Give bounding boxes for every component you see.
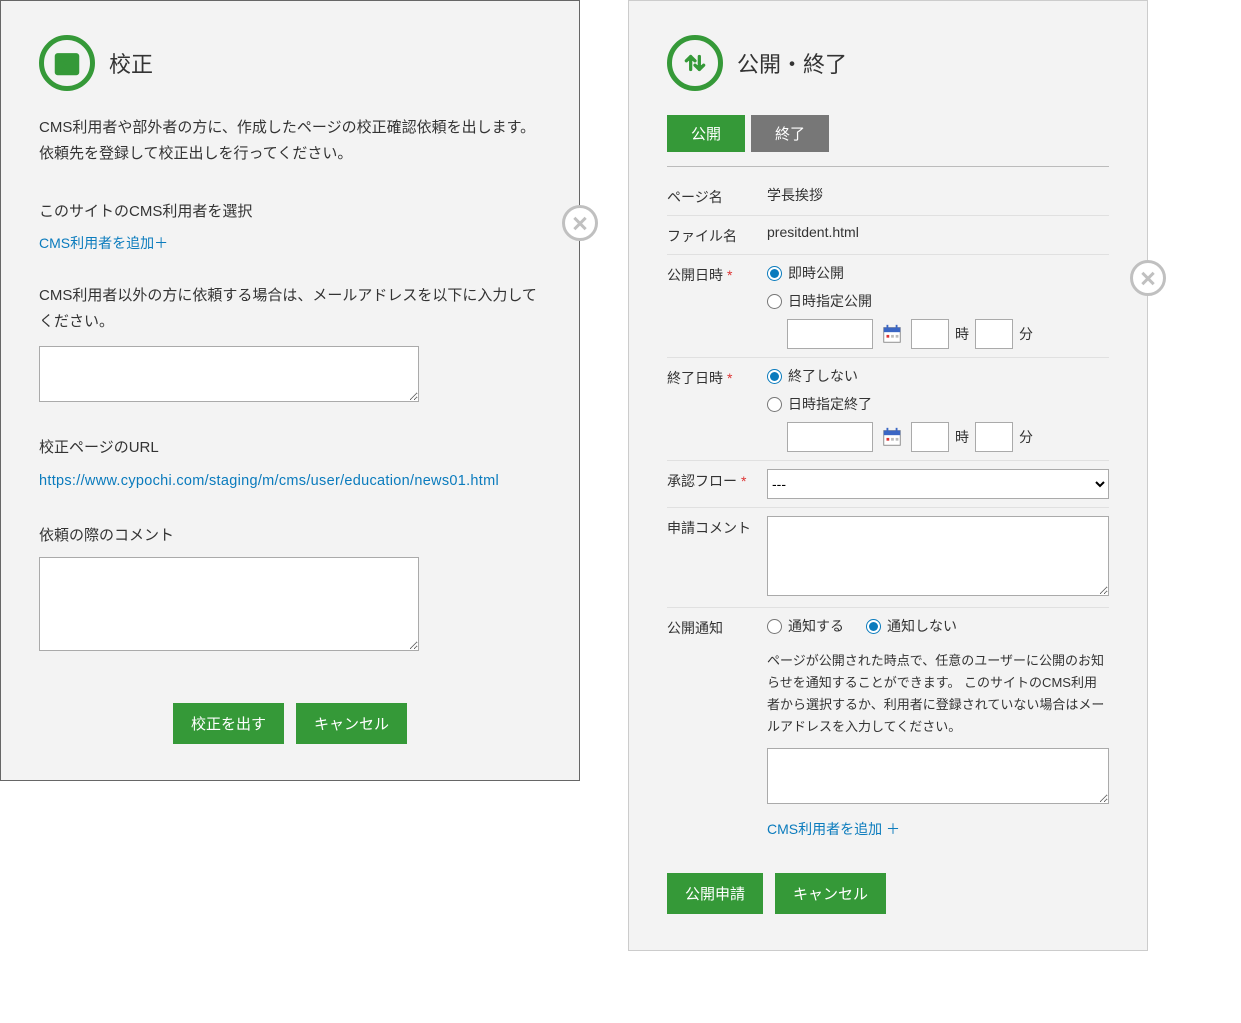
external-email-block: CMS利用者以外の方に依頼する場合は、メールアドレスを以下に入力してください。 <box>39 283 541 406</box>
file-name-value: presitdent.html <box>767 224 1109 240</box>
notify-add-user-link[interactable]: CMS利用者を追加 ＋ <box>767 819 900 839</box>
publish-dialog: 公開・終了 公開 終了 ページ名 学長挨拶 ファイル名 presitdent.h… <box>628 0 1148 951</box>
publish-dialog-wrap: 公開・終了 公開 終了 ページ名 学長挨拶 ファイル名 presitdent.h… <box>628 0 1148 951</box>
proof-button-row: 校正を出す キャンセル <box>39 703 541 744</box>
close-icon[interactable] <box>1130 260 1166 296</box>
proof-header: 校正 <box>39 35 541 91</box>
end-scheduled-radio-label[interactable]: 日時指定終了 <box>788 394 872 414</box>
calendar-icon[interactable] <box>879 424 905 450</box>
approval-flow-select[interactable]: --- <box>767 469 1109 499</box>
publish-cancel-button[interactable]: キャンセル <box>775 873 886 914</box>
proof-dialog-wrap: 校正 CMS利用者や部外者の方に、作成したページの校正確認依頼を出します。依頼先… <box>0 0 580 781</box>
file-name-label: ファイル名 <box>667 224 767 246</box>
proof-comment-label: 依頼の際のコメント <box>39 524 541 545</box>
end-none-radio[interactable] <box>767 369 782 384</box>
updown-arrows-icon <box>667 35 723 91</box>
page-name-row: ページ名 学長挨拶 <box>667 177 1109 216</box>
page-name-label: ページ名 <box>667 185 767 207</box>
add-cms-user-link[interactable]: CMS利用者を追加＋ <box>39 235 168 251</box>
proof-intro: CMS利用者や部外者の方に、作成したページの校正確認依頼を出します。依頼先を登録… <box>39 115 541 166</box>
app-comment-label: 申請コメント <box>667 516 767 538</box>
publish-submit-button[interactable]: 公開申請 <box>667 873 763 914</box>
end-none-radio-label[interactable]: 終了しない <box>788 366 858 386</box>
external-email-label: CMS利用者以外の方に依頼する場合は、メールアドレスを以下に入力してください。 <box>39 283 541 334</box>
page-name-value: 学長挨拶 <box>767 185 1109 205</box>
proof-submit-button[interactable]: 校正を出す <box>173 703 284 744</box>
proof-comment-input[interactable] <box>39 557 419 651</box>
divider <box>667 166 1109 167</box>
notify-yes-label[interactable]: 通知する <box>788 616 844 636</box>
proof-cancel-button[interactable]: キャンセル <box>296 703 407 744</box>
end-minute-input[interactable] <box>975 422 1013 452</box>
minute-unit: 分 <box>1019 427 1033 447</box>
publish-now-radio[interactable] <box>767 266 782 281</box>
select-user-block: このサイトのCMS利用者を選択 CMS利用者を追加＋ <box>39 200 541 253</box>
end-date-inputs: 時 分 <box>787 422 1109 452</box>
publish-date-row: 公開日時* 即時公開 日時指定公開 <box>667 255 1109 358</box>
app-comment-row: 申請コメント <box>667 508 1109 608</box>
proof-url-value[interactable]: https://www.cypochi.com/staging/m/cms/us… <box>39 469 541 494</box>
publish-date-label: 公開日時* <box>667 263 767 285</box>
publish-title: 公開・終了 <box>737 47 847 79</box>
end-date-input[interactable] <box>787 422 873 452</box>
file-name-row: ファイル名 presitdent.html <box>667 216 1109 255</box>
hour-unit: 時 <box>955 324 969 344</box>
app-comment-input[interactable] <box>767 516 1109 596</box>
publish-scheduled-radio[interactable] <box>767 294 782 309</box>
select-user-label: このサイトのCMS利用者を選択 <box>39 200 541 221</box>
publish-scheduled-radio-label[interactable]: 日時指定公開 <box>788 291 872 311</box>
publish-hour-input[interactable] <box>911 319 949 349</box>
tab-end[interactable]: 終了 <box>751 115 829 152</box>
notify-no-label[interactable]: 通知しない <box>887 616 957 636</box>
calendar-icon[interactable] <box>879 321 905 347</box>
notify-label: 公開通知 <box>667 616 767 638</box>
end-scheduled-radio[interactable] <box>767 397 782 412</box>
notify-email-input[interactable] <box>767 748 1109 804</box>
publish-header: 公開・終了 <box>667 35 1109 91</box>
notify-no-radio[interactable] <box>866 619 881 634</box>
end-date-row: 終了日時* 終了しない 日時指定終了 <box>667 358 1109 461</box>
tab-publish[interactable]: 公開 <box>667 115 745 152</box>
proof-comment-block: 依頼の際のコメント <box>39 524 541 655</box>
proof-title: 校正 <box>109 47 153 79</box>
external-email-input[interactable] <box>39 346 419 402</box>
publish-now-radio-label[interactable]: 即時公開 <box>788 263 844 283</box>
publish-button-row: 公開申請 キャンセル <box>667 873 1109 914</box>
approval-flow-label: 承認フロー* <box>667 469 767 491</box>
publish-date-input[interactable] <box>787 319 873 349</box>
minute-unit: 分 <box>1019 324 1033 344</box>
hour-unit: 時 <box>955 427 969 447</box>
proof-url-label: 校正ページのURL <box>39 436 541 457</box>
proof-url-block: 校正ページのURL https://www.cypochi.com/stagin… <box>39 436 541 494</box>
publish-minute-input[interactable] <box>975 319 1013 349</box>
checkmark-icon <box>39 35 95 91</box>
end-date-label: 終了日時* <box>667 366 767 388</box>
close-icon[interactable] <box>562 205 598 241</box>
notify-row: 公開通知 通知する 通知しない ページが公開された時点で、任意のユーザーに公開の… <box>667 608 1109 847</box>
end-hour-input[interactable] <box>911 422 949 452</box>
publish-tabs: 公開 終了 <box>667 115 1109 152</box>
publish-date-inputs: 時 分 <box>787 319 1109 349</box>
approval-flow-row: 承認フロー* --- <box>667 461 1109 508</box>
proof-dialog: 校正 CMS利用者や部外者の方に、作成したページの校正確認依頼を出します。依頼先… <box>0 0 580 781</box>
notify-yes-radio[interactable] <box>767 619 782 634</box>
notify-note: ページが公開された時点で、任意のユーザーに公開のお知らせを通知することができます… <box>767 650 1109 738</box>
